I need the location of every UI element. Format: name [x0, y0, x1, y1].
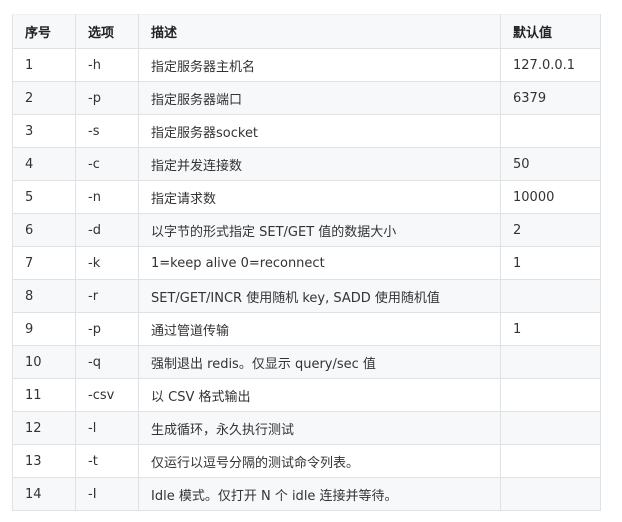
- cell-option: -c: [75, 147, 139, 181]
- cell-option: -I: [75, 477, 139, 511]
- options-table: 序号 选项 描述 默认值 1 -h 指定服务器主机名 127.0.0.1 2 -…: [12, 14, 601, 511]
- cell-option: -s: [75, 114, 139, 148]
- table-row: 11 -csv 以 CSV 格式输出: [12, 378, 601, 412]
- header-description: 描述: [138, 14, 501, 49]
- cell-option: -csv: [75, 378, 139, 412]
- cell-description: 指定服务器主机名: [138, 48, 501, 82]
- cell-index: 13: [12, 444, 76, 478]
- cell-option: -q: [75, 345, 139, 379]
- table-body: 1 -h 指定服务器主机名 127.0.0.1 2 -p 指定服务器端口 637…: [12, 48, 601, 511]
- cell-default: 6379: [500, 81, 601, 115]
- cell-option: -d: [75, 213, 139, 247]
- cell-description: 强制退出 redis。仅显示 query/sec 值: [138, 345, 501, 379]
- table-row: 13 -t 仅运行以逗号分隔的测试命令列表。: [12, 444, 601, 478]
- cell-description: 以字节的形式指定 SET/GET 值的数据大小: [138, 213, 501, 247]
- cell-index: 5: [12, 180, 76, 214]
- cell-default: 1: [500, 312, 601, 346]
- table-header: 序号 选项 描述 默认值: [12, 14, 601, 49]
- cell-default: [500, 279, 601, 313]
- table-row: 3 -s 指定服务器socket: [12, 114, 601, 148]
- cell-index: 1: [12, 48, 76, 82]
- table-row: 7 -k 1=keep alive 0=reconnect 1: [12, 246, 601, 280]
- cell-default: [500, 411, 601, 445]
- cell-description: 仅运行以逗号分隔的测试命令列表。: [138, 444, 501, 478]
- cell-option: -l: [75, 411, 139, 445]
- cell-default: [500, 114, 601, 148]
- table-row: 2 -p 指定服务器端口 6379: [12, 81, 601, 115]
- table-row: 9 -p 通过管道传输 1: [12, 312, 601, 346]
- cell-default: 10000: [500, 180, 601, 214]
- table-row: 10 -q 强制退出 redis。仅显示 query/sec 值: [12, 345, 601, 379]
- cell-description: 指定请求数: [138, 180, 501, 214]
- cell-default: [500, 378, 601, 412]
- table-row: 1 -h 指定服务器主机名 127.0.0.1: [12, 48, 601, 82]
- cell-index: 7: [12, 246, 76, 280]
- cell-description: 通过管道传输: [138, 312, 501, 346]
- cell-option: -n: [75, 180, 139, 214]
- cell-option: -p: [75, 312, 139, 346]
- cell-description: 指定并发连接数: [138, 147, 501, 181]
- cell-default: 2: [500, 213, 601, 247]
- table-row: 6 -d 以字节的形式指定 SET/GET 值的数据大小 2: [12, 213, 601, 247]
- cell-default: 127.0.0.1: [500, 48, 601, 82]
- cell-option: -k: [75, 246, 139, 280]
- cell-index: 11: [12, 378, 76, 412]
- cell-description: 以 CSV 格式输出: [138, 378, 501, 412]
- cell-option: -t: [75, 444, 139, 478]
- cell-index: 12: [12, 411, 76, 445]
- cell-description: 指定服务器socket: [138, 114, 501, 148]
- cell-default: [500, 345, 601, 379]
- cell-default: [500, 477, 601, 511]
- cell-option: -r: [75, 279, 139, 313]
- cell-index: 14: [12, 477, 76, 511]
- table-row: 12 -l 生成循环，永久执行测试: [12, 411, 601, 445]
- cell-index: 2: [12, 81, 76, 115]
- cell-option: -p: [75, 81, 139, 115]
- header-row: 序号 选项 描述 默认值: [12, 14, 601, 49]
- cell-index: 4: [12, 147, 76, 181]
- cell-description: Idle 模式。仅打开 N 个 idle 连接并等待。: [138, 477, 501, 511]
- header-option: 选项: [75, 14, 139, 49]
- header-default: 默认值: [500, 14, 601, 49]
- cell-index: 6: [12, 213, 76, 247]
- table-row: 14 -I Idle 模式。仅打开 N 个 idle 连接并等待。: [12, 477, 601, 511]
- options-table-container: 序号 选项 描述 默认值 1 -h 指定服务器主机名 127.0.0.1 2 -…: [12, 14, 601, 511]
- cell-index: 8: [12, 279, 76, 313]
- cell-index: 10: [12, 345, 76, 379]
- cell-description: SET/GET/INCR 使用随机 key, SADD 使用随机值: [138, 279, 501, 313]
- table-row: 8 -r SET/GET/INCR 使用随机 key, SADD 使用随机值: [12, 279, 601, 313]
- table-row: 4 -c 指定并发连接数 50: [12, 147, 601, 181]
- cell-description: 生成循环，永久执行测试: [138, 411, 501, 445]
- cell-index: 3: [12, 114, 76, 148]
- header-index: 序号: [12, 14, 76, 49]
- table-row: 5 -n 指定请求数 10000: [12, 180, 601, 214]
- cell-description: 1=keep alive 0=reconnect: [138, 246, 501, 280]
- cell-default: 1: [500, 246, 601, 280]
- cell-index: 9: [12, 312, 76, 346]
- cell-option: -h: [75, 48, 139, 82]
- cell-default: [500, 444, 601, 478]
- cell-description: 指定服务器端口: [138, 81, 501, 115]
- cell-default: 50: [500, 147, 601, 181]
